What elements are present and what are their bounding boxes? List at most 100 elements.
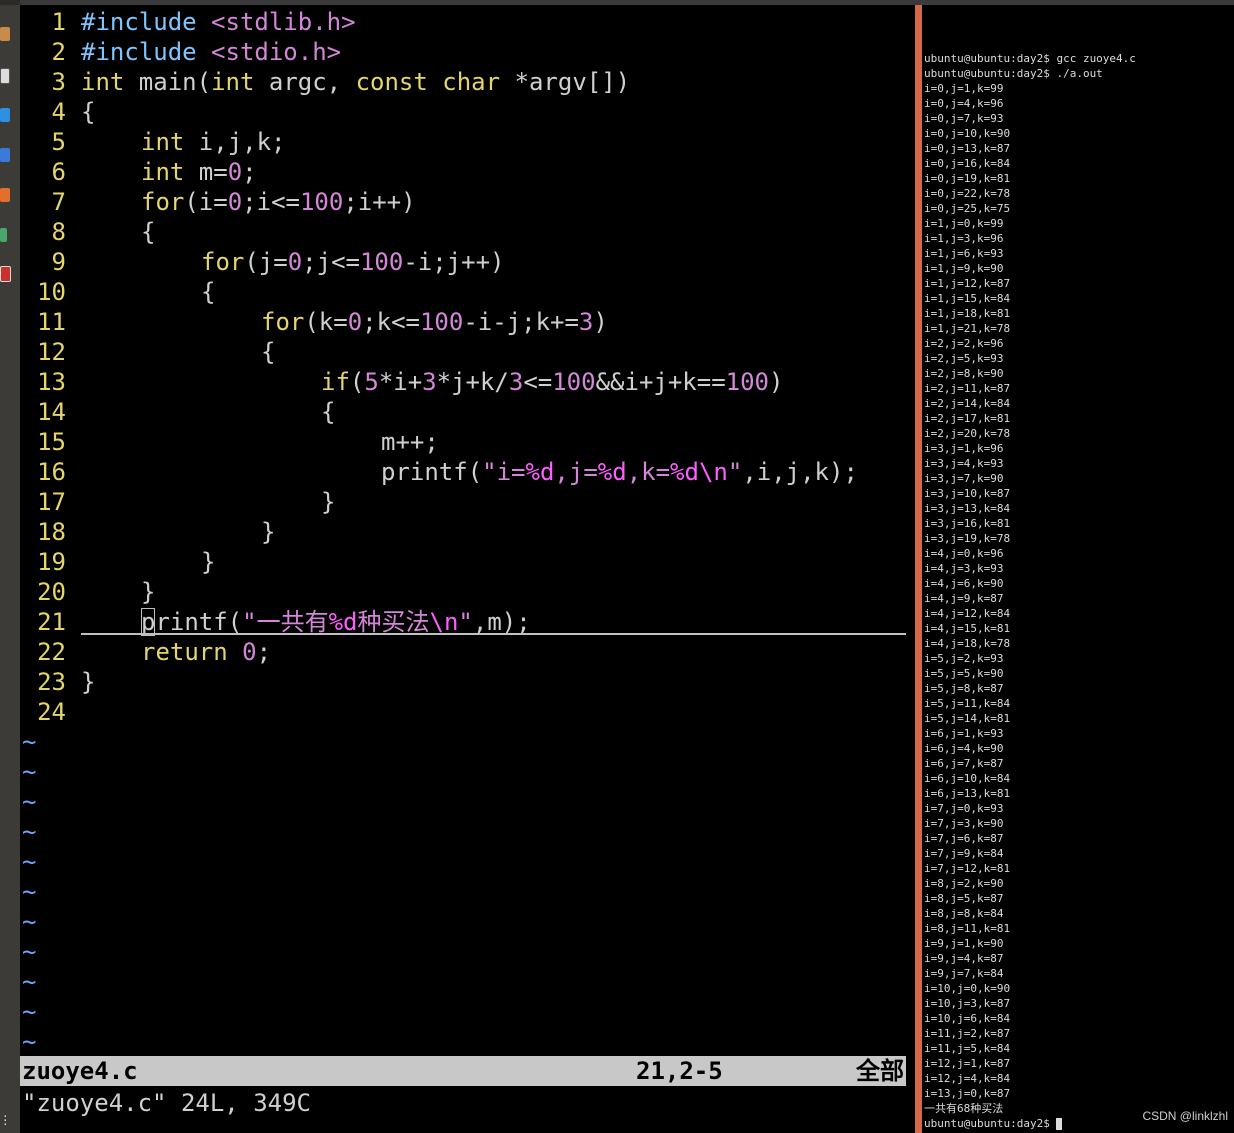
show-apps-icon[interactable]: · · · xyxy=(2,1111,9,1130)
empty-line-tilde: ~ xyxy=(22,728,37,756)
terminal-output-line: i=3,j=7,k=90 xyxy=(924,472,1004,485)
code-token: 0 xyxy=(227,158,243,186)
dock-top-edge xyxy=(0,0,20,5)
code-token: <stdlib.h> xyxy=(211,8,356,36)
code-token: int xyxy=(211,68,255,96)
line-number: 18 xyxy=(37,518,66,546)
code-token: -i-j;k+= xyxy=(463,308,579,336)
terminal-output-line: i=3,j=4,k=93 xyxy=(924,457,1004,470)
code-token: ( xyxy=(349,368,365,396)
terminal-output-line: i=1,j=15,k=84 xyxy=(924,292,1011,305)
code-token: *i+ xyxy=(378,368,423,396)
line-number: 12 xyxy=(37,338,66,366)
code-token: int xyxy=(141,128,185,156)
terminal-output-line: i=7,j=9,k=84 xyxy=(924,847,1004,860)
code-token: } xyxy=(261,518,276,546)
code-token: ,m); xyxy=(472,608,531,636)
empty-line-tilde: ~ xyxy=(22,938,37,966)
code-token: main( xyxy=(124,68,212,96)
terminal-output-line: i=5,j=2,k=93 xyxy=(924,652,1004,665)
code-token: ,i,j,k); xyxy=(742,458,858,486)
terminal-output-line: i=4,j=15,k=81 xyxy=(924,622,1011,635)
code-token: int xyxy=(81,68,125,96)
line-number: 3 xyxy=(51,68,66,96)
terminal-output-line: i=0,j=13,k=87 xyxy=(924,142,1011,155)
line-number: 5 xyxy=(51,128,66,156)
app-icon[interactable] xyxy=(0,266,11,282)
line-number: 11 xyxy=(37,308,66,336)
code-token: 种买法 xyxy=(357,608,430,636)
terminal-output-line: i=7,j=12,k=81 xyxy=(924,862,1011,875)
code-token: for xyxy=(141,188,185,216)
terminal-output-line: i=8,j=11,k=81 xyxy=(924,922,1011,935)
terminal-output-line: i=4,j=6,k=90 xyxy=(924,577,1004,590)
terminal-output-line: i=0,j=22,k=78 xyxy=(924,187,1011,200)
code-token: 3 xyxy=(508,368,524,396)
terminal-output-line: i=4,j=12,k=84 xyxy=(924,607,1011,620)
code-token: } xyxy=(321,488,336,516)
terminal-prompt: ubuntu@ubuntu:day2$ xyxy=(924,1116,1063,1131)
vscode-icon[interactable] xyxy=(0,108,10,122)
line-number: 2 xyxy=(51,38,66,66)
line-number: 13 xyxy=(37,368,66,396)
files-icon[interactable] xyxy=(0,27,10,41)
code-token: %d xyxy=(670,458,699,486)
status-cursor-position: 21,2-5 xyxy=(636,1057,723,1085)
terminal-output-line: i=4,j=18,k=78 xyxy=(924,637,1011,650)
terminal-output-line: i=6,j=7,k=87 xyxy=(924,757,1004,770)
pane-divider[interactable] xyxy=(915,5,922,1133)
terminal-output-line: i=0,j=10,k=90 xyxy=(924,127,1011,140)
code-token: \n xyxy=(698,458,728,486)
code-token: -i;j++) xyxy=(403,248,505,276)
code-token: printf( xyxy=(381,458,483,486)
code-token: { xyxy=(201,278,216,306)
code-token: m++; xyxy=(381,428,439,456)
empty-line-tilde: ~ xyxy=(22,878,37,906)
code-token: return xyxy=(141,638,228,666)
terminal-output-line: i=9,j=7,k=84 xyxy=(924,967,1004,980)
terminal-icon[interactable] xyxy=(0,68,10,84)
terminal-output-line: i=2,j=5,k=93 xyxy=(924,352,1004,365)
empty-line-tilde: ~ xyxy=(22,1028,37,1056)
code-token: ;k<= xyxy=(362,308,420,336)
terminal-output-line: i=2,j=2,k=96 xyxy=(924,337,1004,350)
vim-editor[interactable]: 1 #include <stdlib.h> 2 #include <stdio.h>… xyxy=(20,5,915,1133)
code-token: for xyxy=(261,308,305,336)
code-token: i,j,k; xyxy=(184,128,286,156)
code-token: ; xyxy=(256,638,272,666)
terminal-output-line: i=2,j=20,k=78 xyxy=(924,427,1011,440)
terminal-output-line: i=8,j=2,k=90 xyxy=(924,877,1004,890)
code-token: "i= xyxy=(482,458,526,486)
line-number: 20 xyxy=(37,578,66,606)
launcher-dock: · · · xyxy=(0,0,20,1133)
text-editor-icon[interactable] xyxy=(0,148,10,162)
line-number: 8 xyxy=(51,218,66,246)
empty-line-tilde: ~ xyxy=(22,998,37,1026)
software-icon[interactable] xyxy=(0,188,10,202)
terminal-output-line: i=6,j=4,k=90 xyxy=(924,742,1004,755)
maps-icon[interactable] xyxy=(0,228,7,242)
code-token: { xyxy=(261,338,276,366)
terminal-output-line: i=8,j=5,k=87 xyxy=(924,892,1004,905)
terminal-output-line: i=12,j=1,k=87 xyxy=(924,1057,1011,1070)
text-cursor xyxy=(141,608,155,636)
terminal-output-line: i=2,j=14,k=84 xyxy=(924,397,1011,410)
code-token: 0 xyxy=(347,308,363,336)
terminal-output-line: i=10,j=6,k=84 xyxy=(924,1012,1011,1025)
terminal-output-line: i=0,j=25,k=75 xyxy=(924,202,1011,215)
code-token: %d xyxy=(525,458,555,486)
line-number: 23 xyxy=(37,668,66,696)
terminal-output-line: i=2,j=17,k=81 xyxy=(924,412,1011,425)
terminal-output-line: i=3,j=16,k=81 xyxy=(924,517,1011,530)
terminal-output-line: i=6,j=10,k=84 xyxy=(924,772,1011,785)
empty-line-tilde: ~ xyxy=(22,908,37,936)
terminal-output-line: i=7,j=0,k=93 xyxy=(924,802,1004,815)
terminal-output-line: i=4,j=9,k=87 xyxy=(924,592,1004,605)
code-token: #include xyxy=(81,38,212,66)
terminal-pane[interactable]: ubuntu@ubuntu:day2$ gcc zuoye4.c ubuntu@u… xyxy=(922,5,1234,1133)
code-token: { xyxy=(321,398,336,426)
code-token: 100 xyxy=(359,248,404,276)
code-token: " xyxy=(727,458,743,486)
code-token: <= xyxy=(523,368,553,396)
